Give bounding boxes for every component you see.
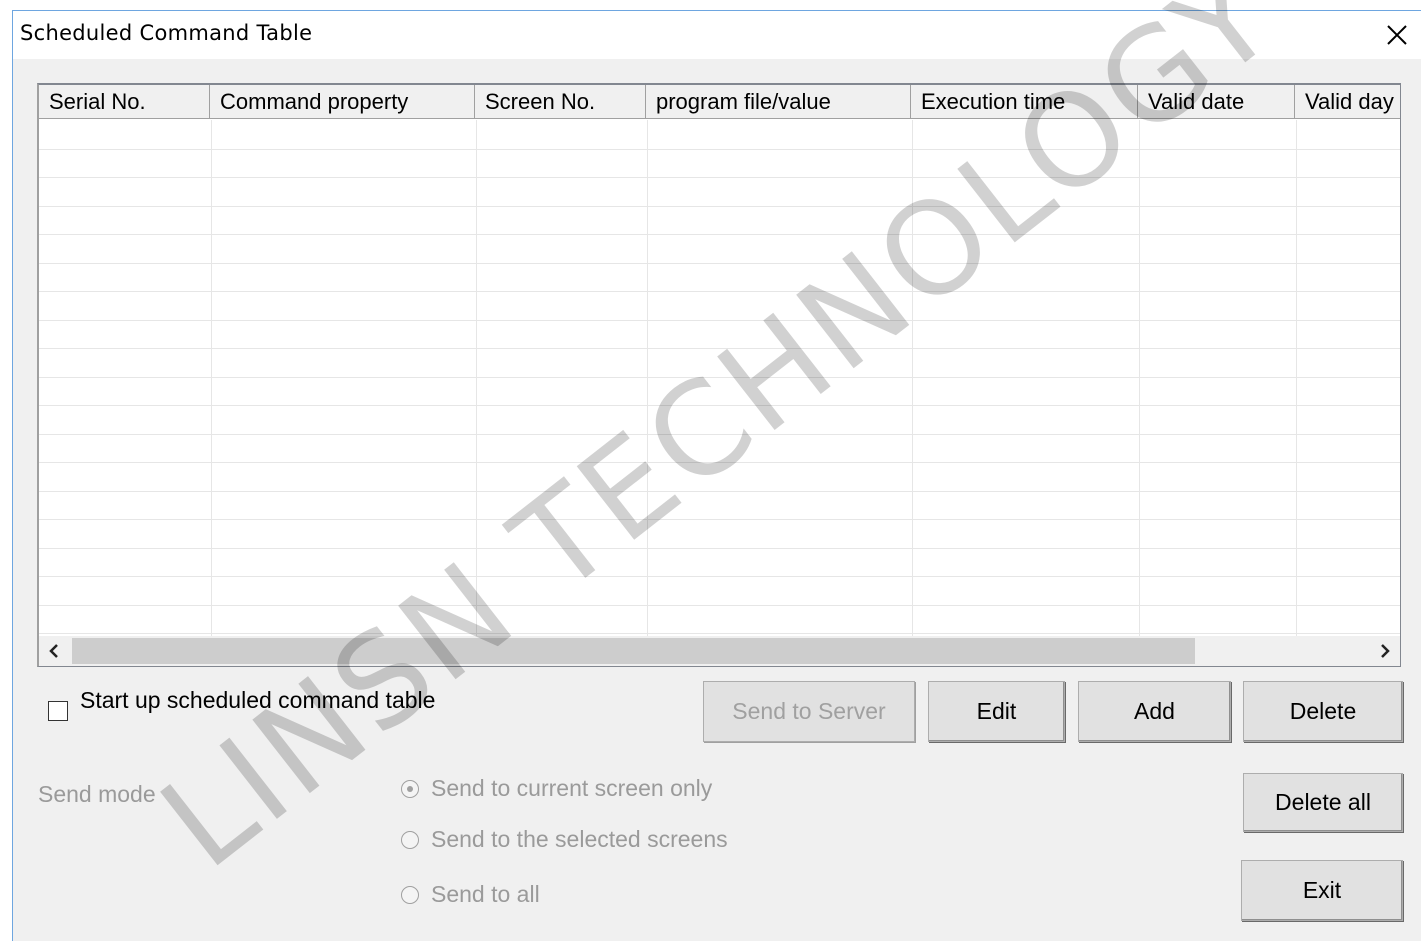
exit-button[interactable]: Exit	[1241, 860, 1403, 921]
grid-column-line	[476, 120, 477, 640]
scrollbar-thumb[interactable]	[72, 638, 1195, 664]
delete-all-button[interactable]: Delete all	[1243, 773, 1403, 832]
column-header-command-property[interactable]: Command property	[210, 85, 475, 119]
grid-column-line	[912, 120, 913, 640]
grid-row-line	[39, 348, 1400, 349]
grid-column-line	[1296, 120, 1297, 640]
window-title: Scheduled Command Table	[20, 21, 313, 45]
startup-checkbox[interactable]	[48, 701, 68, 721]
close-icon	[1387, 25, 1407, 45]
table-body[interactable]	[39, 120, 1400, 640]
startup-checkbox-label[interactable]: Start up scheduled command table	[80, 687, 435, 714]
radio-send-to-all[interactable]	[401, 886, 419, 904]
grid-row-line	[39, 234, 1400, 235]
grid-row-line	[39, 319, 1400, 321]
grid-column-line	[647, 120, 648, 640]
send-mode-label: Send mode	[38, 781, 156, 807]
horizontal-scrollbar[interactable]	[39, 636, 1400, 666]
grid-row-line	[39, 177, 1400, 178]
radio-send-to-all-label[interactable]: Send to all	[431, 881, 540, 908]
command-table[interactable]: Serial No. Command property Screen No. p…	[37, 83, 1401, 667]
scroll-left-button[interactable]	[39, 636, 69, 666]
add-button[interactable]: Add	[1078, 681, 1231, 742]
grid-row-line	[39, 291, 1400, 292]
radio-selected-screens[interactable]	[401, 831, 419, 849]
grid-row-line	[39, 433, 1400, 435]
column-header-valid-date[interactable]: Valid date	[1138, 85, 1295, 119]
radio-selected-dot	[407, 786, 413, 792]
table-header: Serial No. Command property Screen No. p…	[39, 85, 1400, 121]
grid-column-line	[1139, 120, 1140, 640]
close-button[interactable]	[1373, 11, 1421, 59]
grid-row-line	[39, 376, 1400, 378]
edit-button[interactable]: Edit	[928, 681, 1065, 742]
radio-selected-screens-label[interactable]: Send to the selected screens	[431, 826, 728, 853]
grid-row-line	[39, 604, 1400, 606]
scheduled-command-dialog: Scheduled Command Table Serial No. Comma…	[12, 10, 1421, 941]
chevron-left-icon	[49, 644, 58, 658]
grid-row-line	[39, 405, 1400, 406]
column-header-execution-time[interactable]: Execution time	[911, 85, 1138, 119]
grid-row-line	[39, 262, 1400, 264]
grid-row-line	[39, 148, 1400, 150]
grid-row-line	[39, 490, 1400, 492]
grid-row-line	[39, 633, 1400, 634]
column-header-valid-day[interactable]: Valid day	[1295, 85, 1400, 119]
column-header-screen-no[interactable]: Screen No.	[475, 85, 646, 119]
grid-row-line	[39, 547, 1400, 549]
grid-row-line	[39, 205, 1400, 207]
scroll-right-button[interactable]	[1370, 636, 1400, 666]
grid-row-line	[39, 576, 1400, 577]
chevron-right-icon	[1381, 644, 1390, 658]
grid-row-line	[39, 519, 1400, 520]
column-header-program-file[interactable]: program file/value	[646, 85, 911, 119]
radio-current-screen[interactable]	[401, 780, 419, 798]
column-header-serial[interactable]: Serial No.	[39, 85, 210, 119]
title-bar: Scheduled Command Table	[13, 11, 1421, 59]
grid-row-line	[39, 462, 1400, 463]
grid-column-line	[211, 120, 212, 640]
radio-current-screen-label[interactable]: Send to current screen only	[431, 775, 712, 802]
send-to-server-button[interactable]: Send to Server	[703, 681, 915, 742]
delete-button[interactable]: Delete	[1243, 681, 1403, 742]
